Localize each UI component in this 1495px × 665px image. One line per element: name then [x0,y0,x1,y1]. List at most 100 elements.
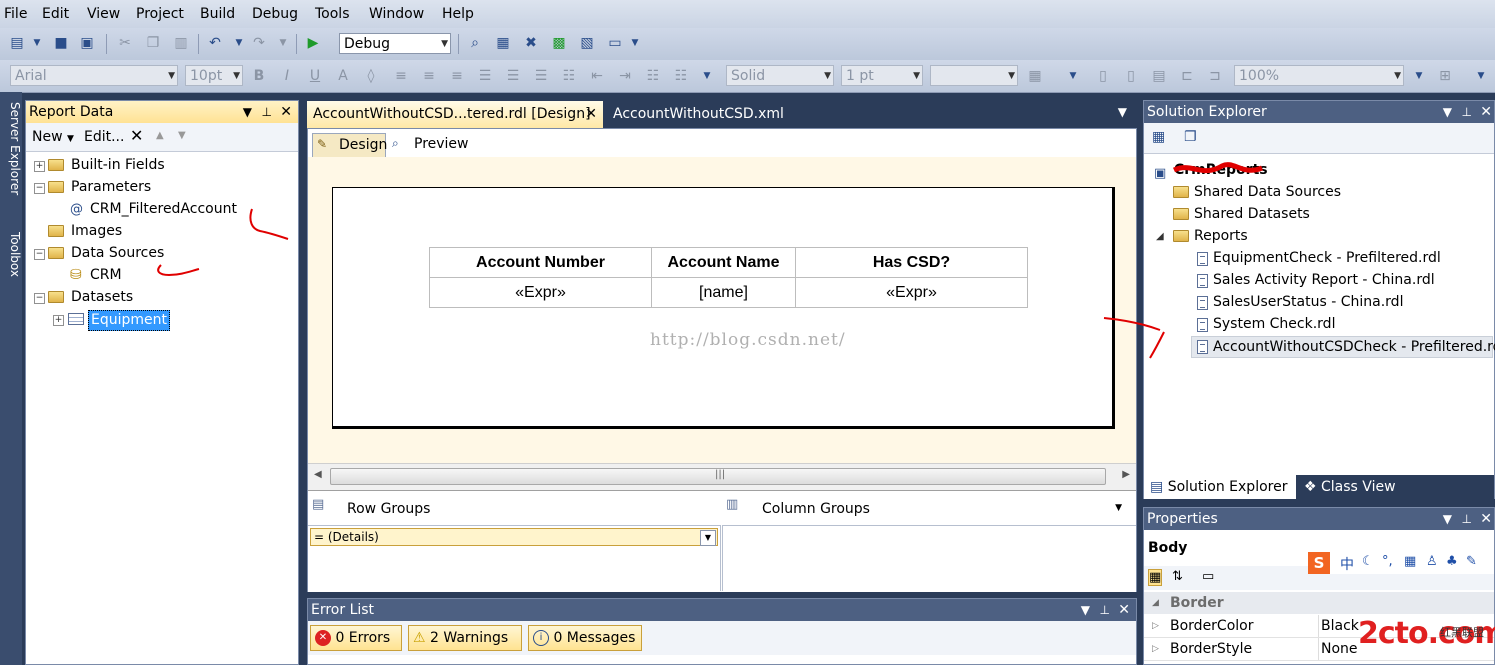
toolbar-options-icon[interactable]: ▼ [1410,67,1428,85]
font-name-combo[interactable]: Arial ▼ [10,65,178,86]
details-group[interactable]: = (Details) ▼ [310,528,718,546]
report-body[interactable]: Account Number Account Name Has CSD? «Ex… [332,187,1115,429]
undo-dropdown-icon[interactable]: ▼ [230,34,248,52]
tree-item-report-file[interactable]: System Check.rdl [1144,314,1494,335]
errors-filter-button[interactable]: ✕ 0 Errors [310,625,402,651]
save-all-icon[interactable]: ▣ [78,34,96,52]
align-bottom-icon[interactable]: ☰ [532,67,550,85]
settings-wrench-icon[interactable]: ✎ [1466,554,1477,569]
tree-item-project[interactable]: ▣ CrmReports [1144,160,1494,181]
border-style-combo[interactable]: Solid ▼ [726,65,834,86]
property-value[interactable]: Black [1318,615,1359,637]
property-value[interactable]: None [1318,638,1358,660]
tree-item-report-file-selected[interactable]: AccountWithoutCSDCheck - Prefiltered.rdl [1191,336,1495,358]
alphabetical-icon[interactable]: ⇅ [1172,569,1183,584]
dropdown-arrow-icon[interactable]: ▼ [28,34,46,52]
window-position-icon[interactable]: ▼ [1443,101,1452,123]
property-pages-icon[interactable]: ▭ [1202,569,1214,584]
increase-indent-icon[interactable]: ⇥ [616,67,634,85]
menu-view[interactable]: View [87,6,120,22]
italic-icon[interactable]: I [278,67,296,85]
detail-cell[interactable]: [name] [651,277,796,308]
collapse-arrow-icon[interactable]: ◢ [1152,592,1159,614]
expand-arrow-icon[interactable]: ▷ [1152,638,1159,660]
tree-item-report-file[interactable]: Sales Activity Report - China.rdl [1144,270,1494,291]
align-right-icon[interactable]: ≡ [448,67,466,85]
menu-edit[interactable]: Edit [42,6,69,22]
close-icon[interactable]: ✕ [1480,508,1492,530]
tab-class-view[interactable]: ❖ Class View [1300,475,1420,499]
property-category-border[interactable]: ◢ Border [1144,592,1494,614]
messages-filter-button[interactable]: i 0 Messages [528,625,642,651]
horizontal-scrollbar[interactable]: ◀ ||| ▶ [308,463,1136,491]
expand-arrow-icon[interactable]: ▷ [1152,615,1159,637]
decrease-indent-icon[interactable]: ⇤ [588,67,606,85]
expand-icon[interactable]: + [53,315,64,326]
menu-tools[interactable]: Tools [315,6,350,22]
pin-icon[interactable]: ⊥ [1100,599,1110,621]
cut-icon[interactable]: ✂ [116,34,134,52]
align-top-icon[interactable]: ☰ [476,67,494,85]
zoom-combo[interactable]: 100% ▼ [1234,65,1404,86]
collapse-icon[interactable]: − [34,183,45,194]
design-surface[interactable]: Account Number Account Name Has CSD? «Ex… [308,157,1136,463]
move-up-icon[interactable]: ▲ [156,130,164,141]
make-same-width-icon[interactable]: ⊏ [1178,67,1196,85]
align-lefts-icon[interactable]: ▯ [1094,67,1112,85]
menu-help[interactable]: Help [442,6,474,22]
header-cell[interactable]: Has CSD? [795,247,1028,278]
solution-configuration-combo[interactable]: Debug ▼ [339,33,451,54]
redo-icon[interactable]: ↷ [250,34,268,52]
close-icon[interactable]: ✕ [1118,599,1130,621]
scroll-thumb[interactable]: ||| [330,468,1106,485]
pin-icon[interactable]: ⊥ [1462,508,1472,530]
make-same-height-icon[interactable]: ⊐ [1206,67,1224,85]
menu-debug[interactable]: Debug [252,6,298,22]
tab-design[interactable]: ✎ Design [312,133,387,157]
punctuation-icon[interactable]: °, [1382,554,1393,569]
find-in-files-icon[interactable]: ⌕ [466,34,484,52]
chevron-down-icon[interactable]: ▼ [700,530,716,546]
window-position-icon[interactable]: ▼ [1443,508,1452,530]
align-center-icon[interactable]: ≡ [420,67,438,85]
align-middle-icon[interactable]: ☰ [504,67,522,85]
server-explorer-tab[interactable]: Server Explorer [0,102,22,222]
moon-icon[interactable]: ☾ [1362,554,1374,569]
outdent-icon[interactable]: ☷ [672,67,690,85]
font-size-combo[interactable]: 10pt ▼ [185,65,243,86]
close-icon[interactable]: ✕ [585,101,597,128]
toolbox-icon[interactable]: ▧ [578,34,596,52]
toolbar-options-icon[interactable]: ▼ [626,34,644,52]
copy-icon[interactable]: ❐ [144,34,162,52]
detail-cell[interactable]: «Expr» [429,277,652,308]
scroll-right-icon[interactable]: ▶ [1122,469,1130,480]
new-button[interactable]: New ▼ [32,129,74,145]
align-left-icon[interactable]: ≡ [392,67,410,85]
bullets-icon[interactable]: ☷ [560,67,578,85]
pin-icon[interactable]: ⊥ [1462,101,1472,123]
menu-window[interactable]: Window [369,6,424,22]
border-color-combo[interactable]: ▼ [930,65,1018,86]
object-browser-icon[interactable]: ▩ [550,34,568,52]
header-cell[interactable]: Account Number [429,247,652,278]
menu-build[interactable]: Build [200,6,235,22]
tree-item-datasets[interactable]: − Datasets [26,287,296,308]
tree-item-report-file[interactable]: EquipmentCheck - Prefiltered.rdl [1144,248,1494,269]
tools-icon[interactable]: ✖ [522,34,540,52]
align-rights-icon[interactable]: ▤ [1150,67,1168,85]
scroll-left-icon[interactable]: ◀ [314,469,322,480]
tree-item-shared-datasets[interactable]: Shared Datasets [1144,204,1494,225]
close-icon[interactable]: ✕ [280,101,292,123]
toolbox-tab[interactable]: Toolbox [0,232,22,322]
toolbar-options-icon[interactable]: ▼ [1064,67,1082,85]
background-color-icon[interactable]: ◊ [362,67,380,85]
warnings-filter-button[interactable]: ⚠ 2 Warnings [408,625,522,651]
tree-item-equipment[interactable]: + Equipment [26,309,296,331]
properties-icon[interactable]: ▦ [1152,129,1165,145]
edit-button[interactable]: Edit... [84,129,124,145]
toolbar-options-icon[interactable]: ▼ [1472,67,1490,85]
tab-preview[interactable]: ⌕ Preview [392,133,472,157]
numbering-icon[interactable]: ☷ [644,67,662,85]
tablix[interactable]: Account Number Account Name Has CSD? «Ex… [429,247,1028,308]
collapse-arrow-icon[interactable]: ◢ [1156,226,1164,247]
